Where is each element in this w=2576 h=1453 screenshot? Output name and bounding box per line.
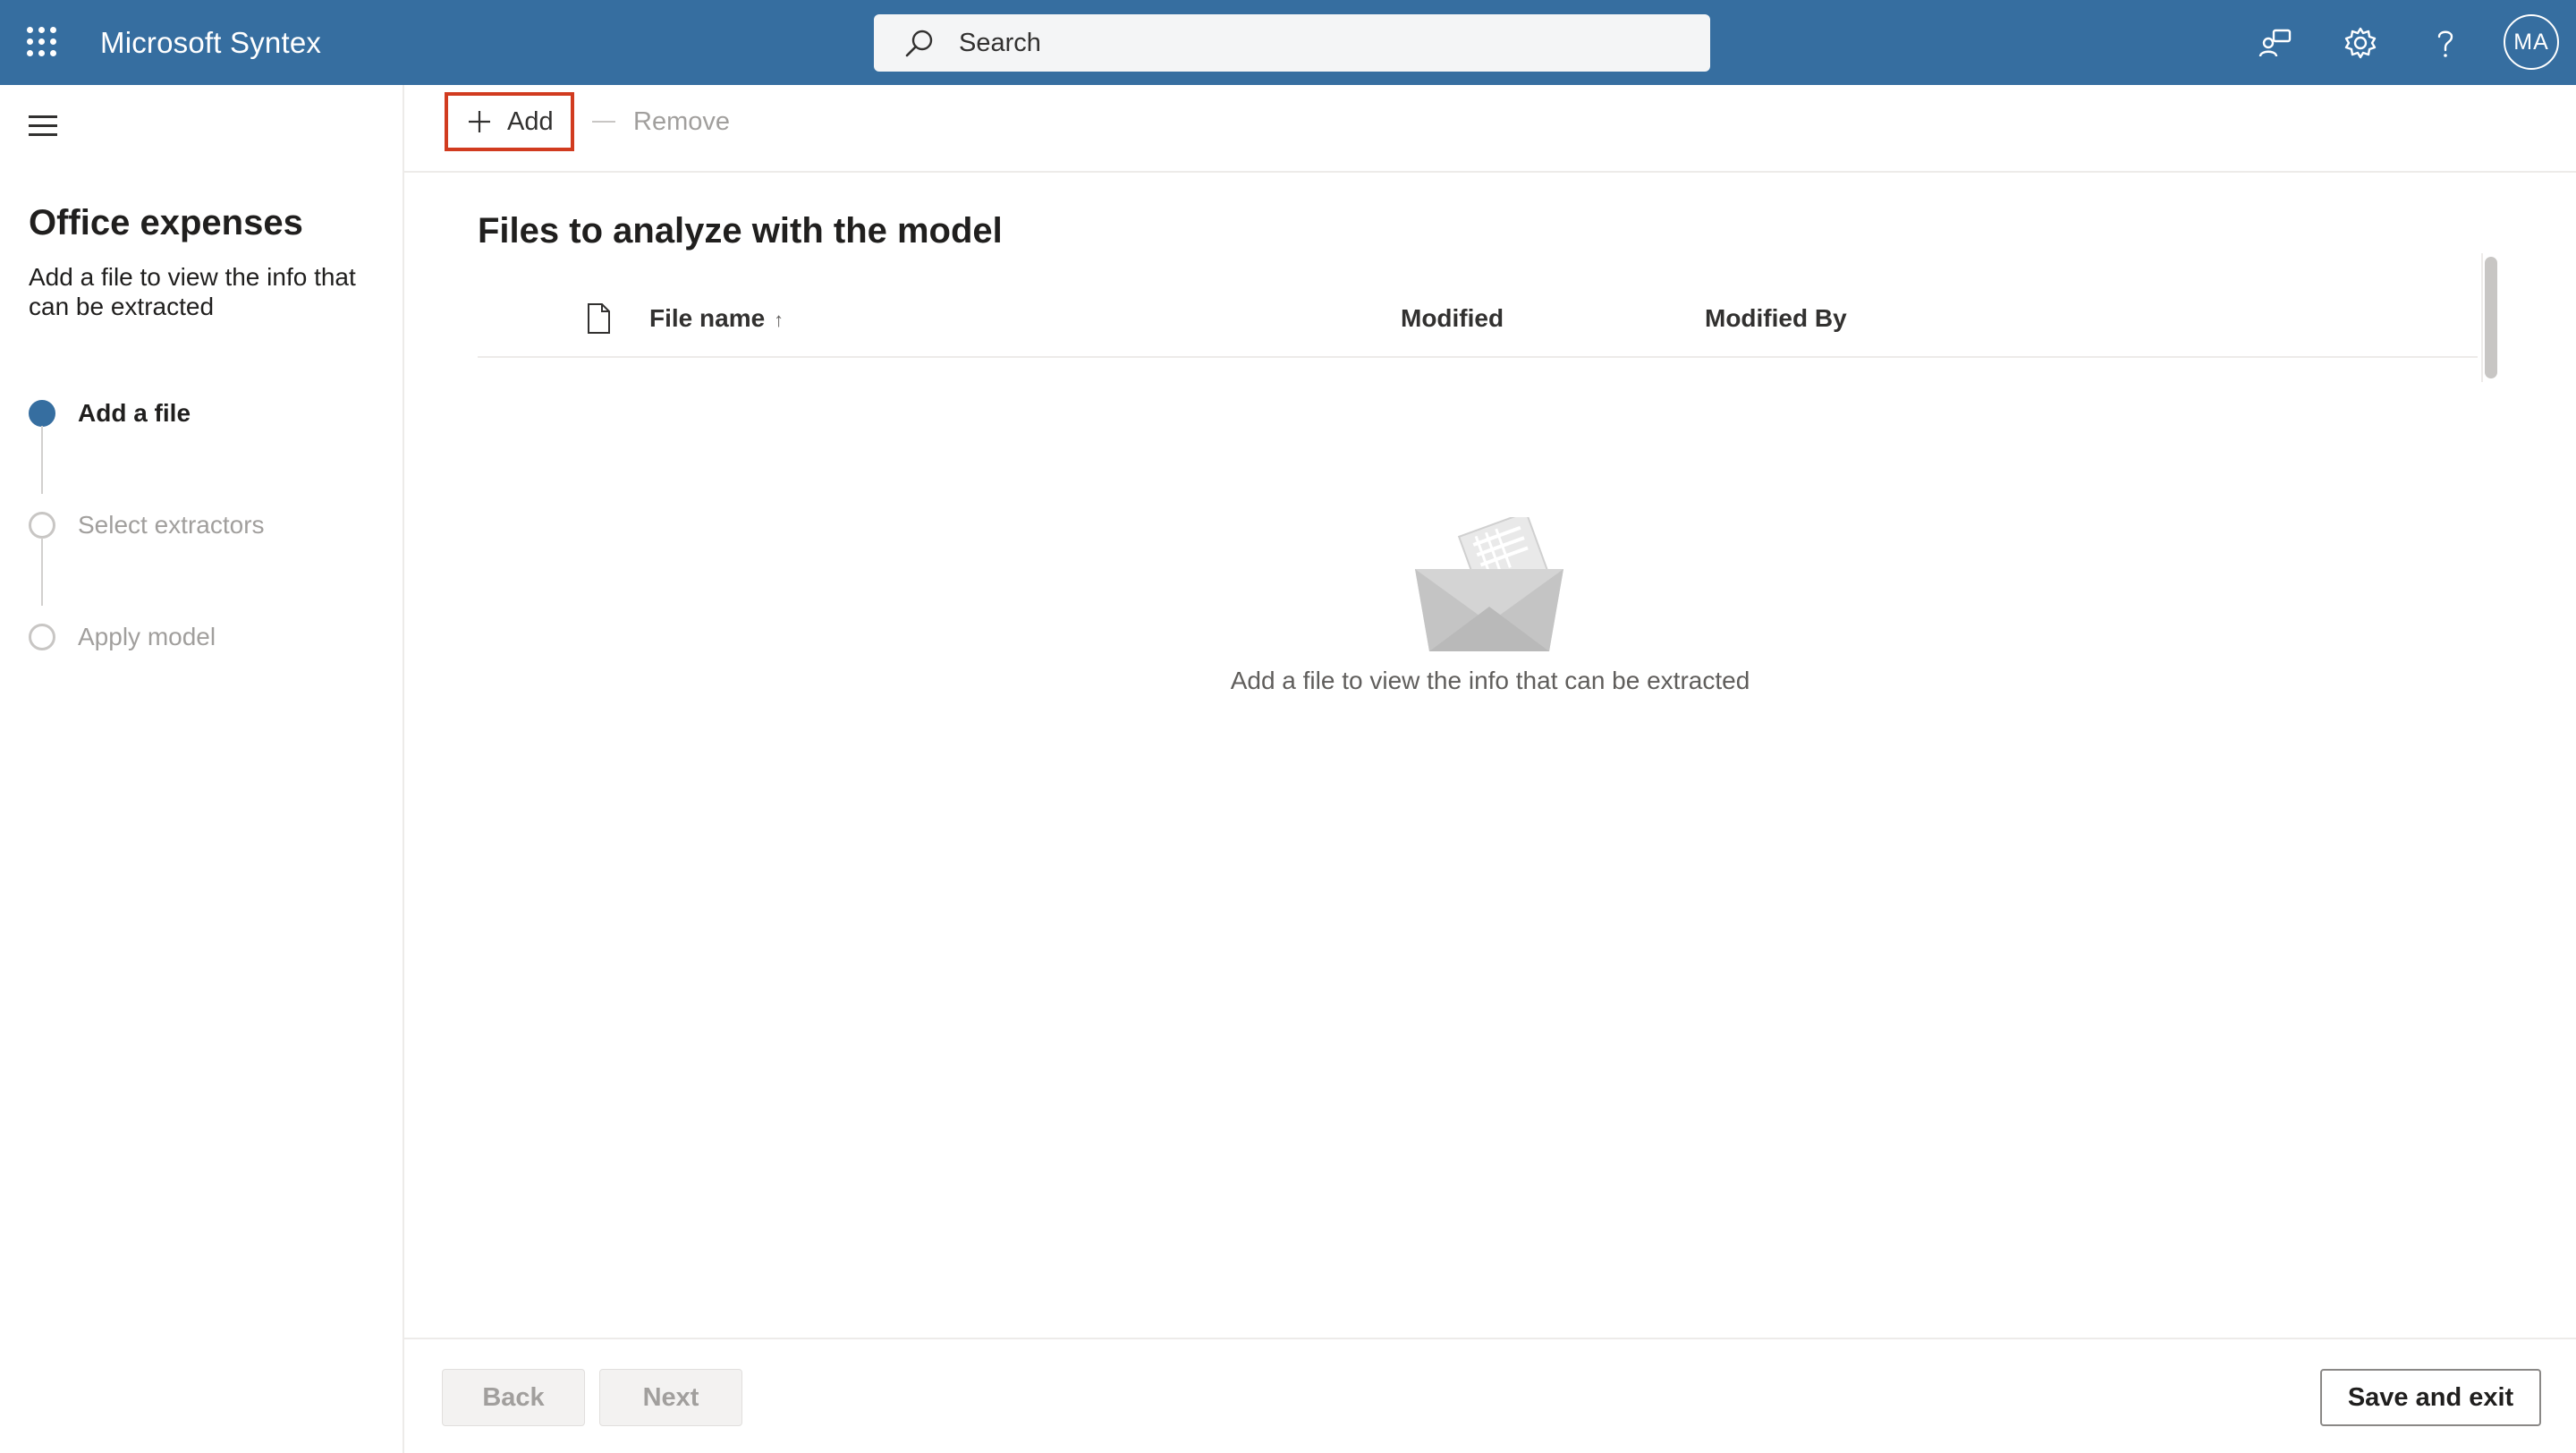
step-label: Add a file [78, 399, 191, 427]
empty-folder-illustration [1415, 517, 1563, 651]
avatar[interactable]: MA [2504, 14, 2559, 70]
sort-ascending-icon: ↑ [774, 309, 784, 331]
column-file-name-label: File name [649, 304, 766, 332]
command-bar: Add Remove [404, 85, 2576, 173]
step-inactive-dot-icon [29, 624, 55, 650]
remove-button[interactable]: Remove [592, 92, 730, 151]
model-title: Office expenses [29, 203, 303, 242]
remove-button-label: Remove [633, 106, 730, 136]
top-bar: Microsoft Syntex Search MA [0, 0, 2576, 85]
search-input[interactable]: Search [959, 14, 1041, 72]
add-button-label: Add [507, 106, 554, 136]
add-button[interactable]: Add [445, 92, 574, 151]
file-list-header: File name ↑ Modified Modified By [478, 286, 2478, 358]
step-active-dot-icon [29, 400, 55, 427]
step-apply-model[interactable]: Apply model [29, 619, 216, 655]
page-title: Files to analyze with the model [478, 211, 1003, 251]
file-type-icon [588, 303, 610, 334]
search-box[interactable]: Search [874, 14, 1710, 72]
app-title[interactable]: Microsoft Syntex [100, 23, 321, 63]
help-icon[interactable] [2422, 20, 2469, 66]
waffle-icon[interactable] [27, 27, 57, 57]
column-modified[interactable]: Modified [1401, 286, 1504, 351]
step-select-extractors[interactable]: Select extractors [29, 507, 265, 543]
gear-icon[interactable] [2337, 20, 2384, 66]
column-modified-by[interactable]: Modified By [1705, 286, 1847, 351]
step-add-a-file[interactable]: Add a file [29, 395, 191, 431]
footer-bar: Back Next Save and exit [404, 1338, 2576, 1453]
left-nav: Office expenses Add a file to view the i… [0, 85, 404, 1453]
empty-state-message: Add a file to view the info that can be … [1230, 667, 1750, 694]
scrollbar-thumb[interactable] [2485, 257, 2497, 378]
search-icon [905, 30, 933, 57]
back-button[interactable]: Back [442, 1369, 585, 1426]
plus-icon [469, 111, 490, 132]
feedback-icon[interactable] [2252, 20, 2299, 66]
save-and-exit-button[interactable]: Save and exit [2320, 1369, 2541, 1426]
list-scrollbar[interactable] [2481, 253, 2501, 382]
model-subtitle: Add a file to view the info that can be … [29, 263, 356, 320]
step-connector [41, 538, 43, 606]
step-label: Apply model [78, 623, 216, 650]
column-file-name[interactable]: File name ↑ [649, 286, 784, 351]
next-button[interactable]: Next [599, 1369, 742, 1426]
step-label: Select extractors [78, 511, 265, 539]
minus-icon [592, 121, 615, 123]
step-connector [41, 426, 43, 494]
hamburger-icon[interactable] [29, 115, 57, 137]
step-inactive-dot-icon [29, 512, 55, 539]
